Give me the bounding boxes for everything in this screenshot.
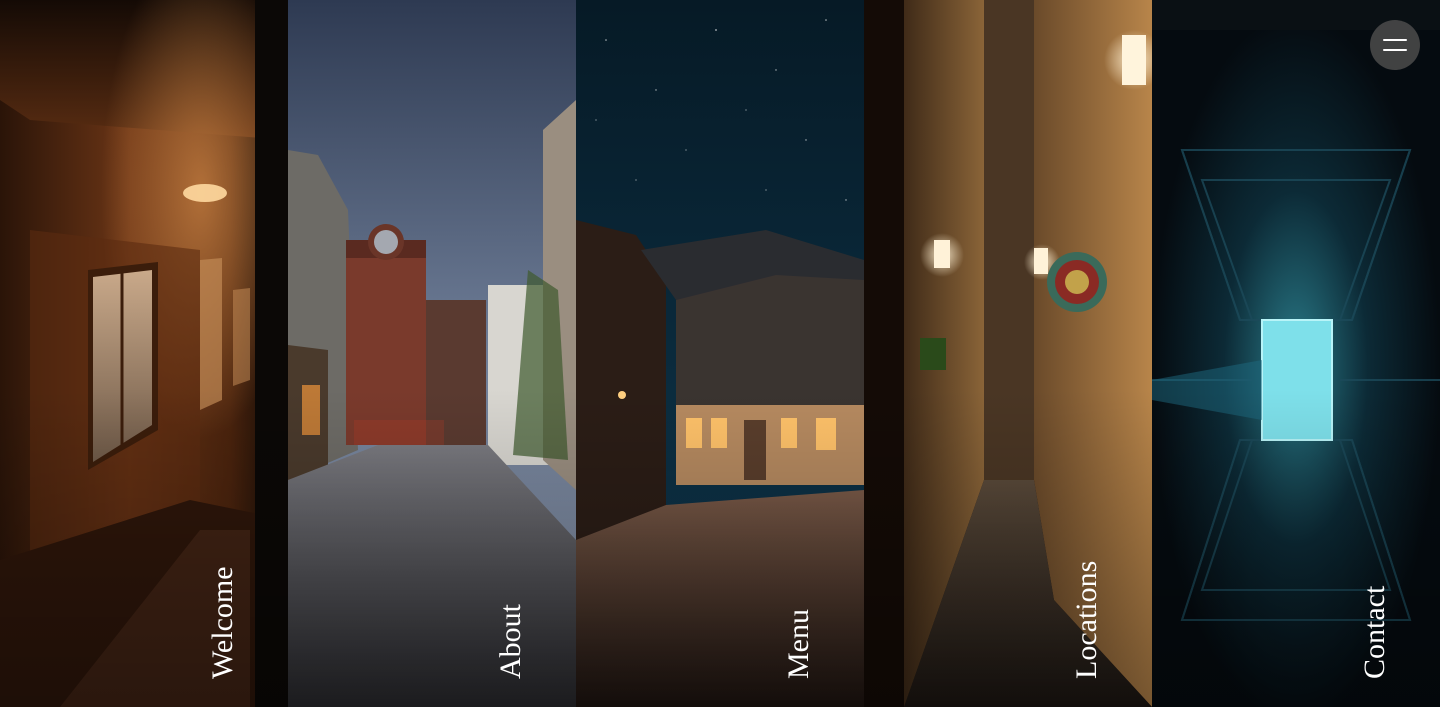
panel-shade [1152, 0, 1440, 707]
hero-panels [0, 0, 1440, 707]
hamburger-bar-top [1383, 39, 1407, 41]
panel-locations[interactable] [864, 0, 1152, 707]
panel-shade [864, 0, 1152, 707]
panel-contact[interactable] [1152, 0, 1440, 707]
panel-shade [288, 0, 576, 707]
panel-welcome[interactable] [0, 0, 288, 707]
panel-shade [576, 0, 864, 707]
panel-shade [0, 0, 288, 707]
panel-menu[interactable] [576, 0, 864, 707]
panel-about[interactable] [288, 0, 576, 707]
hamburger-menu-button[interactable] [1370, 20, 1420, 70]
hamburger-bar-bottom [1383, 49, 1407, 51]
